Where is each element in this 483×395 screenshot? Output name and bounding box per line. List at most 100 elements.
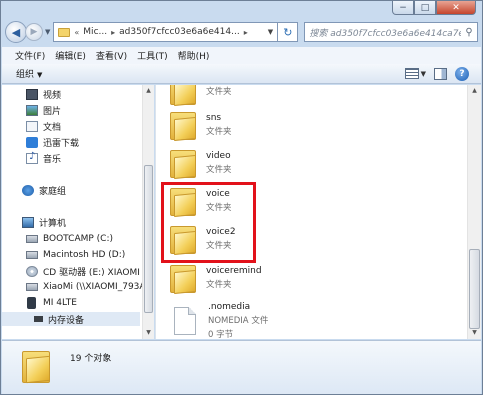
nav-item-mi4lte[interactable]: MI 4LTE	[2, 296, 140, 310]
address-row: ◀ ▶ ▼ « Mic... ▸ ad350f7cfcc03e6a6e414..…	[5, 19, 478, 45]
file-item-sns[interactable]: sns 文件夹	[170, 106, 232, 144]
nav-item-internal-storage[interactable]: 内存设备	[2, 312, 140, 326]
help-icon[interactable]: ?	[455, 66, 469, 81]
file-item-voice[interactable]: voice 文件夹	[170, 182, 232, 220]
nav-item-label: 图片	[43, 106, 62, 117]
nav-item-label: 文档	[43, 122, 62, 133]
search-icon[interactable]: ⚲	[461, 27, 477, 38]
cd-drive-icon	[26, 265, 38, 277]
forward-arrow-icon: ▶	[30, 27, 38, 37]
storage-icon	[34, 316, 43, 322]
file-type: NOMEDIA 文件	[208, 316, 269, 326]
nav-item-label: MI 4LTE	[43, 298, 77, 308]
nav-item-label: BOOTCAMP (C:)	[43, 234, 113, 244]
nav-item-bootcamp-drive[interactable]: BOOTCAMP (C:)	[2, 232, 140, 246]
nav-item-label: 迅雷下载	[43, 138, 80, 149]
thunder-icon	[26, 136, 38, 148]
nav-item-computer[interactable]: 计算机	[2, 215, 140, 229]
menu-file[interactable]: 文件(F)	[10, 49, 50, 62]
scroll-down-icon[interactable]: ▼	[468, 327, 481, 339]
scroll-up-icon[interactable]: ▲	[143, 85, 154, 97]
file-item-voice2[interactable]: voice2 文件夹	[170, 220, 236, 258]
back-button[interactable]: ◀	[5, 21, 27, 43]
preview-pane-icon[interactable]	[434, 67, 447, 80]
nav-item-documents[interactable]: 文档	[2, 119, 140, 133]
file-item-nomedia[interactable]: .nomedia NOMEDIA 文件 0 字节	[170, 301, 268, 339]
nav-item-label: 视频	[43, 90, 62, 101]
nav-item-label: 内存设备	[48, 315, 85, 326]
maximize-button[interactable]: □	[414, 1, 436, 15]
nav-item-label: XiaoMi (\\XIAOMI_793A)	[43, 282, 150, 292]
nav-item-homegroup[interactable]: 家庭组	[2, 183, 140, 197]
breadcrumb-separator[interactable]: ▸	[244, 28, 248, 37]
file-name: .nomedia	[208, 302, 251, 312]
file-icon	[174, 307, 196, 335]
nav-item-music[interactable]: 音乐	[2, 151, 140, 165]
nav-item-label: 音乐	[43, 154, 62, 165]
search-input[interactable]: 搜索 ad350f7cfcc03e6a6e414ca7e... ⚲	[304, 22, 478, 42]
phone-icon	[27, 297, 36, 309]
folder-icon	[170, 85, 196, 107]
video-icon	[26, 88, 38, 100]
navigation-pane: 视频 图片 文档 迅雷下载 音乐 家庭组 计算机 BOOTCAMP (C:) M…	[2, 85, 154, 339]
nav-item-pictures[interactable]: 图片	[2, 103, 140, 117]
nav-item-label: CD 驱动器 (E:) XIAOMI	[43, 267, 140, 278]
menu-help[interactable]: 帮助(H)	[173, 49, 215, 62]
folder-icon	[170, 186, 196, 218]
file-list-scrollbar[interactable]: ▲ ▼	[467, 85, 481, 339]
nav-scrollbar[interactable]: ▲ ▼	[142, 85, 154, 339]
folder-icon	[170, 263, 196, 295]
file-item-video[interactable]: video 文件夹	[170, 144, 232, 182]
nav-item-videos[interactable]: 视频	[2, 87, 140, 101]
file-type: 文件夹	[206, 127, 232, 137]
organize-label: 组织	[16, 70, 35, 80]
view-options-dropdown[interactable]: ▼	[421, 70, 426, 78]
forward-button[interactable]: ▶	[25, 23, 43, 41]
explorer-window: − □ ✕ ◀ ▶ ▼ « Mic... ▸ ad350f7cfcc03e6a6…	[0, 0, 483, 395]
nav-item-thunder-downloads[interactable]: 迅雷下载	[2, 135, 140, 149]
menu-view[interactable]: 查看(V)	[91, 49, 132, 62]
close-button[interactable]: ✕	[436, 1, 476, 15]
recent-pages-dropdown[interactable]: ▼	[45, 28, 50, 36]
item-count: 19 个对象	[70, 354, 112, 364]
breadcrumb-item[interactable]: Mic...	[83, 27, 107, 37]
caption-buttons: − □ ✕	[392, 1, 476, 15]
folder-icon	[170, 110, 196, 142]
scroll-up-icon[interactable]: ▲	[468, 85, 481, 97]
file-item-voiceremind[interactable]: voiceremind 文件夹	[170, 259, 262, 297]
change-view-icon[interactable]	[404, 68, 419, 79]
back-arrow-icon: ◀	[11, 25, 21, 39]
nav-item-label: Macintosh HD (D:)	[43, 250, 126, 260]
scroll-down-icon[interactable]: ▼	[143, 327, 154, 339]
file-type: 文件夹	[206, 280, 232, 290]
address-dropdown-icon[interactable]: ▼	[263, 28, 277, 36]
nav-item-label: 家庭组	[39, 186, 67, 197]
address-bar[interactable]: « Mic... ▸ ad350f7cfcc03e6a6e414... ▸ ▼	[53, 22, 279, 42]
nav-scroll-thumb[interactable]	[144, 165, 153, 313]
details-pane: 19 个对象	[2, 340, 481, 394]
organize-button[interactable]: 组织 ▼	[16, 67, 42, 80]
documents-icon	[26, 120, 38, 132]
homegroup-icon	[22, 184, 34, 196]
chevron-down-icon: ▼	[37, 71, 43, 79]
menu-tools[interactable]: 工具(T)	[132, 49, 173, 62]
minimize-button[interactable]: −	[392, 1, 414, 15]
menu-edit[interactable]: 编辑(E)	[50, 49, 91, 62]
file-name: video	[206, 151, 231, 161]
nav-item-network-drive[interactable]: XiaoMi (\\XIAOMI_793A)	[2, 280, 149, 294]
nav-item-cd-drive[interactable]: CD 驱动器 (E:) XIAOMI	[2, 264, 140, 278]
refresh-icon: ↻	[283, 25, 293, 39]
file-type: 文件夹	[206, 87, 232, 97]
network-drive-icon	[26, 283, 38, 291]
file-name: voice2	[206, 227, 236, 237]
nav-item-macintosh-drive[interactable]: Macintosh HD (D:)	[2, 248, 140, 262]
breadcrumb-item-current[interactable]: ad350f7cfcc03e6a6e414...	[119, 27, 240, 37]
music-icon	[26, 151, 38, 164]
file-name: voiceremind	[206, 266, 262, 276]
breadcrumb-overflow[interactable]: «	[74, 28, 79, 37]
file-list-scroll-thumb[interactable]	[469, 249, 480, 329]
folder-icon	[58, 27, 71, 37]
refresh-button[interactable]: ↻	[278, 22, 299, 42]
breadcrumb-separator[interactable]: ▸	[111, 28, 115, 37]
file-size: 0 字节	[208, 330, 234, 339]
